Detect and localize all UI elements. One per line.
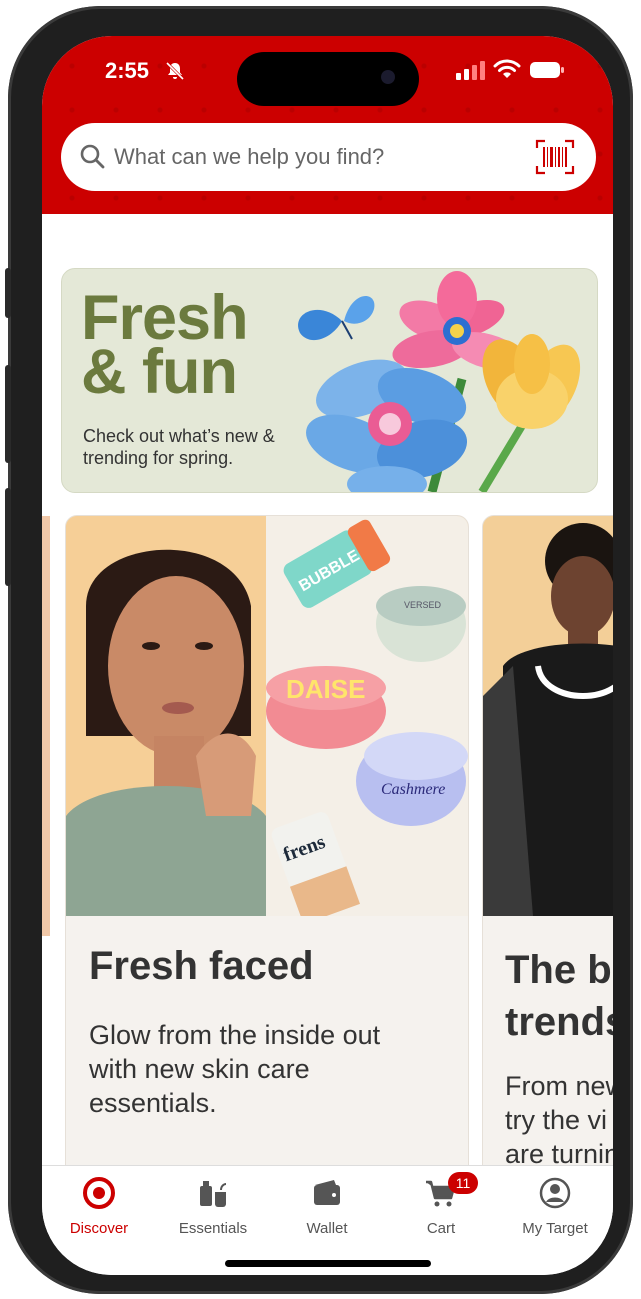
- home-indicator[interactable]: [225, 1260, 431, 1267]
- card-image: BUBBLE VERSED DAISE Cashmere frens: [66, 516, 468, 925]
- tab-label: Essentials: [178, 1220, 248, 1237]
- status-time: 2:55: [105, 58, 150, 83]
- search-icon: [80, 144, 105, 169]
- blue-flower: [306, 359, 468, 492]
- promo-card-fresh-faced[interactable]: BUBBLE VERSED DAISE Cashmere frens Fresh…: [65, 515, 469, 1217]
- card-title: Fresh faced: [89, 944, 314, 988]
- mute-switch: [5, 268, 11, 318]
- header: 2:55 What can we help you find?: [42, 36, 613, 214]
- essentials-icon: [200, 1181, 227, 1207]
- volume-up-button: [5, 365, 11, 463]
- tab-label: Wallet: [306, 1220, 348, 1237]
- versed-label: VERSED: [404, 600, 442, 610]
- silent-bell-icon: [165, 61, 185, 81]
- screen: 2:55 What can we help you find? Fresh & …: [42, 36, 613, 1275]
- model-black-dress-illustration: [483, 516, 613, 916]
- battery-icon: [530, 62, 564, 78]
- search-input[interactable]: What can we help you find?: [114, 144, 384, 170]
- tab-cart[interactable]: 11 Cart: [384, 1172, 498, 1237]
- target-logo-icon: [83, 1177, 115, 1209]
- tab-label: Cart: [426, 1220, 456, 1237]
- card-title-line1: The b: [505, 948, 612, 992]
- flowers-illustration: [298, 271, 581, 492]
- search-bar[interactable]: What can we help you find?: [61, 123, 596, 191]
- cashmere-label: Cashmere: [381, 781, 445, 798]
- banner-subtitle: Check out what’s new & trending for spri…: [83, 426, 275, 468]
- cart-count-badge: 11: [448, 1172, 478, 1194]
- card-body: Glow from the inside out with new skin c…: [89, 1020, 381, 1118]
- card-body-line2: try the vi: [505, 1105, 608, 1135]
- profile-icon: [539, 1177, 571, 1209]
- bottom-tab-bar: Discover Essentials Wallet 11 Cart My Ta…: [42, 1165, 613, 1275]
- model-portrait-illustration: [66, 516, 266, 916]
- previous-card-peek[interactable]: [42, 516, 50, 936]
- tab-essentials[interactable]: Essentials: [156, 1176, 270, 1237]
- skincare-products-photo: BUBBLE VERSED DAISE Cashmere frens: [266, 516, 468, 925]
- promo-card-trends[interactable]: The b trends From new try the vi are tur…: [482, 515, 613, 1217]
- card-image: [483, 516, 613, 916]
- tab-discover[interactable]: Discover: [42, 1176, 156, 1237]
- wifi-icon: [493, 59, 521, 78]
- spring-promo-banner[interactable]: Fresh & fun Check out what’s new & trend…: [61, 268, 598, 493]
- tab-wallet[interactable]: Wallet: [270, 1176, 384, 1237]
- butterfly-icon: [298, 296, 375, 341]
- volume-down-button: [5, 488, 11, 586]
- barcode-scanner-icon[interactable]: [535, 139, 575, 175]
- card-title-line2: trends: [505, 1000, 613, 1044]
- daise-label: DAISE: [286, 674, 365, 704]
- tab-label: Discover: [69, 1220, 129, 1237]
- card-title: The b trends: [505, 944, 613, 1048]
- front-camera: [381, 70, 395, 84]
- card-body: From new try the vi are turnin: [505, 1069, 613, 1171]
- card-body-line1: From new: [505, 1071, 613, 1101]
- banner-title: Fresh & fun: [81, 287, 249, 407]
- banner-title-line2: & fun: [81, 337, 238, 407]
- tab-label: My Target: [522, 1220, 588, 1237]
- wallet-icon: [314, 1180, 340, 1205]
- cellular-signal-icon: [456, 61, 485, 80]
- tab-my-target[interactable]: My Target: [498, 1176, 612, 1237]
- yellow-flower: [482, 334, 581, 429]
